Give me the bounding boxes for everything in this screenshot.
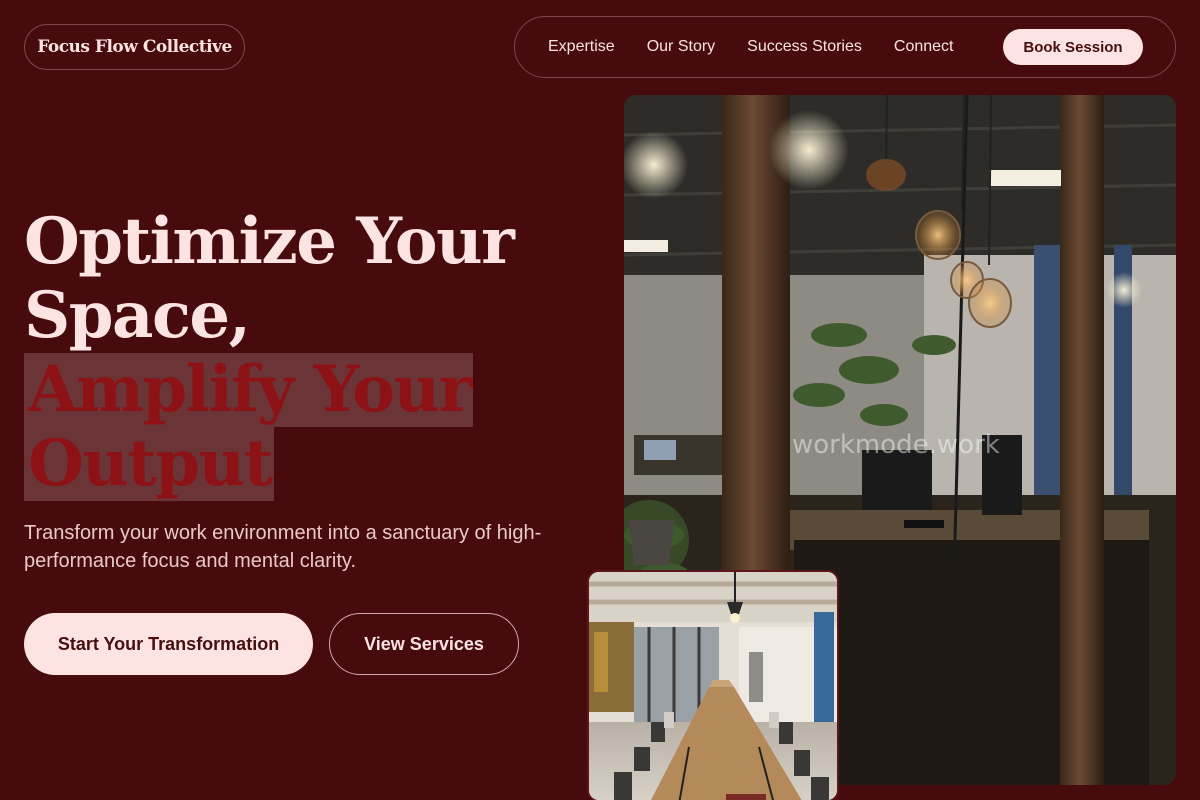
hero-title-highlight-1: Amplify Your	[24, 353, 473, 427]
nav-link-expertise[interactable]: Expertise	[548, 38, 615, 56]
nav-link-our-story[interactable]: Our Story	[647, 38, 715, 56]
brand-logo[interactable]: Focus Flow Collective	[24, 24, 245, 70]
nav-link-connect[interactable]: Connect	[894, 38, 954, 56]
hero-title-highlight-2: Output	[24, 427, 274, 501]
office-photo-small	[587, 570, 839, 800]
book-session-button[interactable]: Book Session	[1003, 29, 1143, 65]
start-transformation-button[interactable]: Start Your Transformation	[24, 613, 313, 675]
hero-title-line-1: Optimize Your	[24, 204, 515, 279]
nav-link-success-stories[interactable]: Success Stories	[747, 38, 862, 56]
main-nav: Expertise Our Story Success Stories Conn…	[514, 16, 1176, 78]
view-services-button[interactable]: View Services	[329, 613, 519, 675]
photo-watermark: workmode.work	[792, 430, 1000, 460]
hero-title: Optimize Your Space, Amplify Your Output	[24, 204, 515, 501]
hero-title-line-2: Space,	[24, 278, 251, 353]
hero-description: Transform your work environment into a s…	[24, 522, 542, 572]
